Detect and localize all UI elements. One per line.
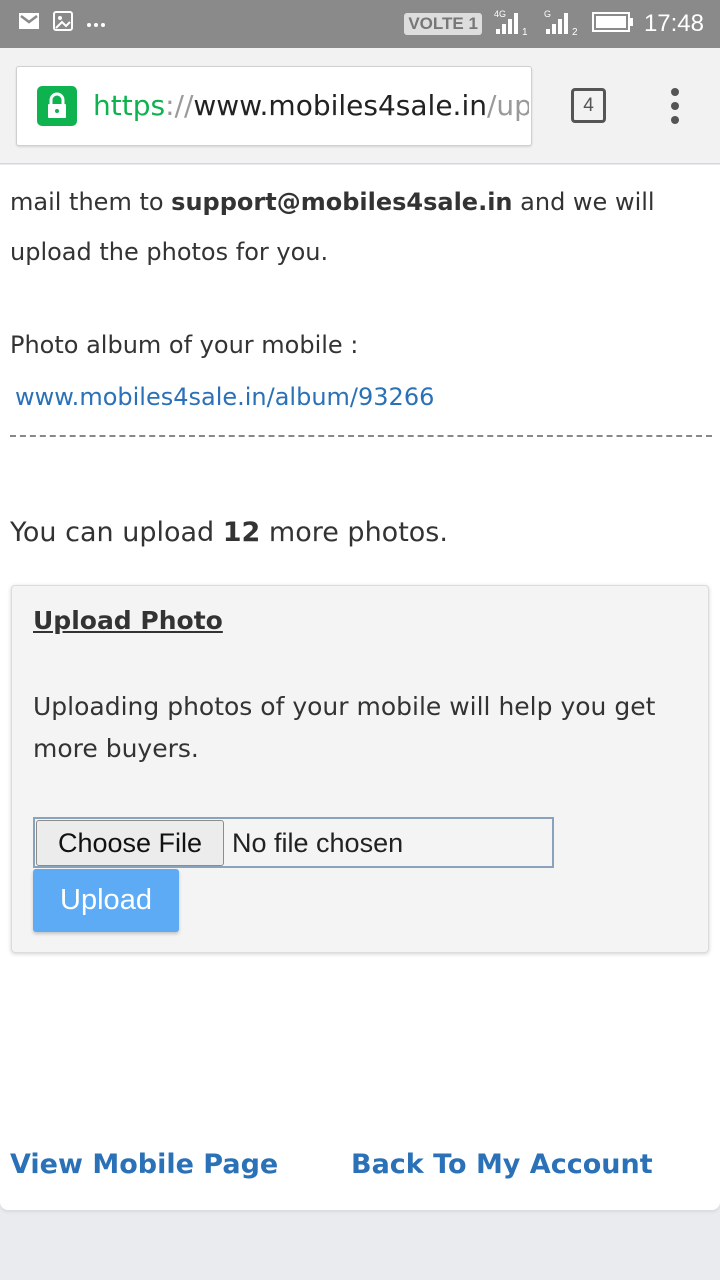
url-scheme: https <box>93 89 166 122</box>
remaining-prefix: You can upload <box>10 517 223 548</box>
more-notifications-icon <box>86 14 106 33</box>
no-file-chosen-text: No file chosen <box>232 828 404 858</box>
remaining-photos-text: You can upload 12 more photos. <box>10 513 448 553</box>
album-label: Photo album of your mobile : <box>10 331 359 359</box>
intro-text: mail them to support@mobiles4sale.in and… <box>10 177 700 277</box>
upload-description: Uploading photos of your mobile will hel… <box>33 692 656 763</box>
url-path: /upc <box>486 89 529 122</box>
remaining-count: 12 <box>222 517 261 548</box>
notification-icons <box>18 10 106 36</box>
page-content: mail them to support@mobiles4sale.in and… <box>0 165 720 1210</box>
url-host: www.mobiles4sale.in <box>193 89 487 122</box>
signal-g-icon: G 2 <box>542 7 582 41</box>
url-text[interactable]: https://www.mobiles4sale.in/upc <box>93 87 529 125</box>
signal-4g-icon: 4G 1 <box>492 7 532 41</box>
volte-badge: VOLTE 1 <box>404 13 482 35</box>
secure-lock-icon[interactable] <box>37 86 77 126</box>
view-mobile-page-link[interactable]: View Mobile Page <box>10 1145 278 1185</box>
upload-photo-panel: Upload Photo Uploading photos of your mo… <box>11 585 709 953</box>
support-email: support@mobiles4sale.in <box>171 188 513 216</box>
signal-1-type: 4G <box>494 9 506 19</box>
system-indicators: VOLTE 1 4G 1 G 2 17:48 <box>404 6 704 42</box>
upload-button[interactable]: Upload <box>33 869 179 932</box>
browser-toolbar: https://www.mobiles4sale.in/upc 4 <box>0 48 720 164</box>
file-input[interactable]: Choose File No file chosen <box>33 817 554 868</box>
tab-switcher-button[interactable]: 4 <box>571 88 606 123</box>
album-link[interactable]: www.mobiles4sale.in/album/93266 <box>15 377 434 417</box>
address-bar[interactable]: https://www.mobiles4sale.in/upc <box>16 66 532 146</box>
battery-icon <box>591 11 634 37</box>
upload-title: Upload Photo <box>33 606 223 635</box>
divider <box>10 435 712 437</box>
back-to-account-link[interactable]: Back To My Account <box>351 1145 653 1185</box>
overflow-menu-icon[interactable] <box>669 88 681 124</box>
signal-2-type: G <box>544 9 551 19</box>
intro-prefix: mail them to <box>10 188 172 216</box>
clock: 17:48 <box>643 10 704 37</box>
status-bar: VOLTE 1 4G 1 G 2 17:48 <box>0 0 720 48</box>
url-separator: :// <box>165 89 194 122</box>
gallery-icon <box>52 10 74 36</box>
remaining-suffix: more photos. <box>260 517 448 548</box>
choose-file-button[interactable]: Choose File <box>36 820 224 866</box>
signal-2-sim: 2 <box>572 27 578 37</box>
gmail-icon <box>18 12 40 34</box>
signal-1-sim: 1 <box>522 27 528 37</box>
